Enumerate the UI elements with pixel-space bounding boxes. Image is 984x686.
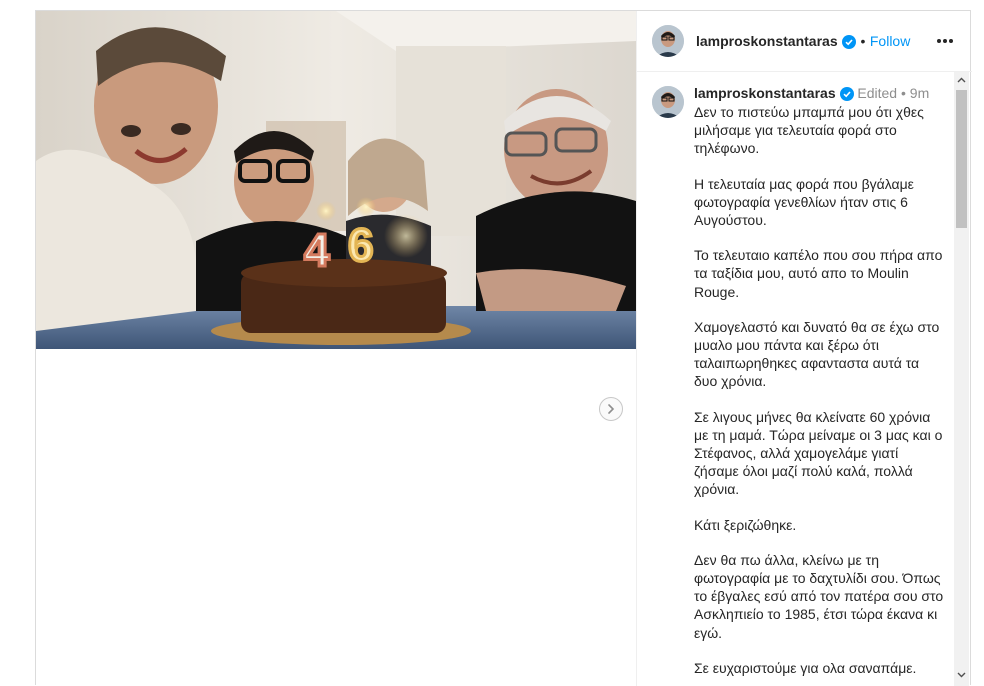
verified-badge-icon (842, 34, 857, 49)
caption-paragraph: Το τελευταιο καπέλο που σου πήρα απο τα … (694, 247, 943, 300)
header-user-row: lamproskonstantaras • Follow (696, 33, 910, 51)
post-photo[interactable]: 4 6 (36, 11, 636, 349)
post-side-panel: lamproskonstantaras • Follow lamproskons… (636, 11, 972, 686)
caption-text: Δεν το πιστεύω μπαμπά μου ότι χθες μιλήσ… (694, 103, 944, 686)
edited-label: Edited (857, 85, 898, 101)
verified-badge-icon (839, 87, 854, 102)
more-options-icon (937, 39, 953, 43)
caption-paragraph: Κάτι ξεριζώθηκε. (694, 516, 797, 533)
avatar-image (652, 86, 684, 118)
caption-header: lamproskonstantaras Edited • 9m (694, 85, 929, 102)
avatar[interactable] (652, 25, 684, 57)
caption-area: lamproskonstantaras Edited • 9m Δεν το π… (637, 72, 972, 686)
follow-button[interactable]: Follow (870, 33, 910, 49)
chevron-right-icon (608, 404, 615, 414)
separator-dot: • (860, 33, 866, 49)
avatar-image (652, 25, 684, 57)
caption-paragraph: Δεν θα πω άλλα, κλείνω με τη φωτογραφία … (694, 551, 944, 641)
candle-first-digit: 4 (304, 224, 330, 276)
caption-paragraph: Δεν το πιστεύω μπαμπά μου ότι χθες μιλήσ… (694, 104, 924, 157)
candle-second-digit: 6 (348, 219, 374, 271)
birthday-photo: 4 6 (36, 11, 636, 349)
more-options-button[interactable] (936, 31, 954, 49)
post-time[interactable]: 9m (910, 85, 929, 101)
scrollbar-thumb[interactable] (956, 90, 967, 228)
header-username[interactable]: lamproskonstantaras (696, 33, 838, 49)
scroll-up-icon[interactable] (957, 76, 966, 85)
caption-username[interactable]: lamproskonstantaras (694, 85, 836, 101)
caption-avatar[interactable] (652, 86, 684, 118)
caption-paragraph: Χαμογελαστό και δυνατό θα σε έχω στο μυα… (694, 318, 940, 390)
post-media: 4 6 (36, 11, 636, 686)
post-dialog: 4 6 lamproskonstantaras • Follow lampros… (35, 10, 972, 686)
caption-paragraph: Σε λιγους μήνες θα κλείνατε 60 χρόνια με… (694, 408, 943, 498)
separator-dot: • (900, 85, 906, 101)
post-header: lamproskonstantaras • Follow (637, 11, 972, 72)
next-photo-button[interactable] (599, 397, 623, 421)
caption-paragraph: Σε ευχαριστούμε για ολα σαναπάμε. (694, 659, 917, 676)
caption-scrollbar[interactable] (954, 72, 969, 686)
caption-paragraph: Η τελευταία μας φορά που βγάλαμε φωτογρα… (694, 175, 914, 229)
scroll-down-icon[interactable] (957, 670, 966, 679)
